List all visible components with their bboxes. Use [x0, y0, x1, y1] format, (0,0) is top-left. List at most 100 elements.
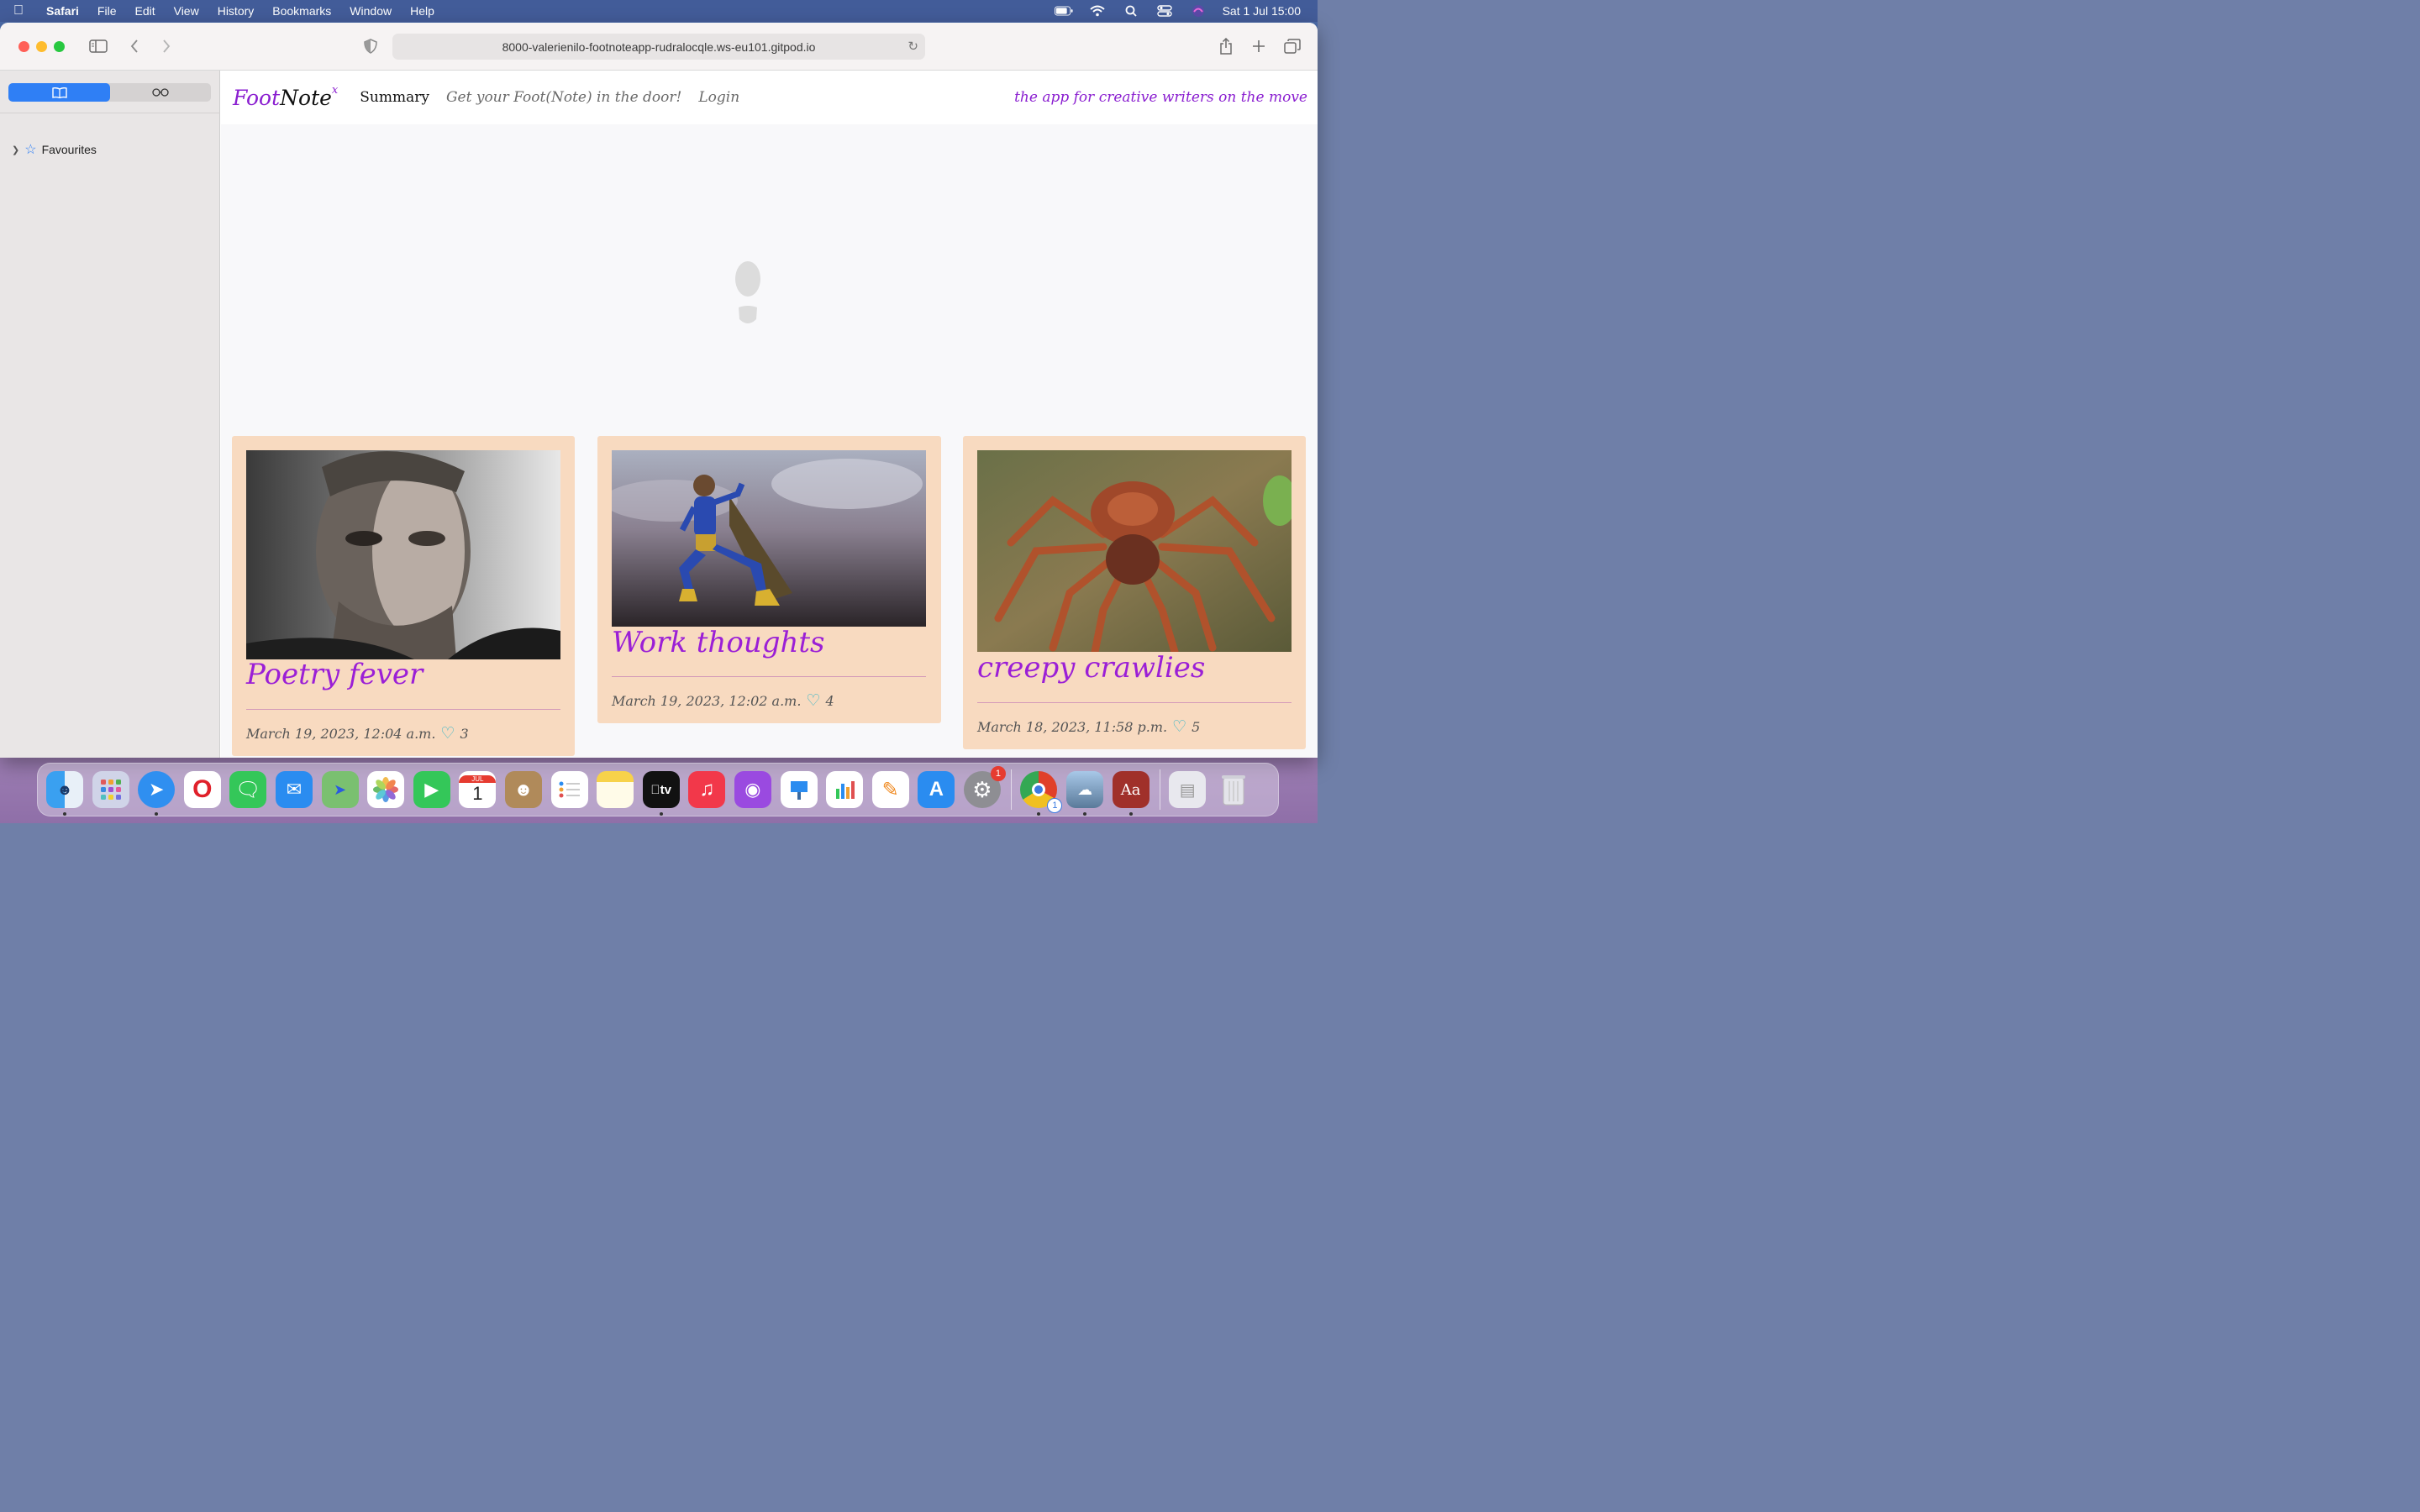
notification-badge: 1 [990, 766, 1006, 781]
app-store-icon[interactable]: A [918, 771, 955, 808]
clock[interactable]: Sat 1 Jul 15:00 [1223, 4, 1301, 18]
story-image-portrait[interactable] [246, 450, 560, 659]
numbers-icon[interactable] [826, 771, 864, 808]
story-card[interactable]: Work thoughts March 19, 2023, 12:02 a.m.… [597, 436, 941, 723]
heart-icon[interactable]: ♡ [440, 724, 455, 743]
story-card[interactable]: creepy crawlies March 18, 2023, 11:58 p.… [963, 436, 1306, 749]
downloads-stack-icon[interactable]: ▤ [1169, 771, 1207, 808]
card-divider [977, 702, 1292, 703]
menu-bookmarks[interactable]: Bookmarks [263, 4, 340, 18]
calendar-icon[interactable]: JUL 1 [459, 771, 497, 808]
music-icon[interactable]: ♫ [688, 771, 726, 808]
safari-app-icon[interactable]: ➤ [138, 771, 176, 816]
story-date: March 19, 2023, 12:04 a.m. [246, 725, 436, 742]
like-count: 4 [825, 692, 834, 709]
system-settings-icon[interactable]: ⚙ 1 [963, 766, 1006, 808]
battery-icon[interactable] [1054, 5, 1073, 17]
tab-overview-icon[interactable] [1283, 34, 1302, 58]
launchpad-icon[interactable] [92, 771, 129, 808]
story-title[interactable]: Work thoughts [612, 626, 824, 659]
menu-file[interactable]: File [88, 4, 126, 18]
back-icon[interactable] [128, 34, 141, 58]
reminders-icon[interactable] [550, 771, 588, 808]
new-tab-icon[interactable] [1250, 34, 1267, 58]
favourites-label: Favourites [41, 143, 97, 156]
pages-icon[interactable]: ✎ [871, 771, 909, 808]
dock-separator [1011, 769, 1013, 810]
facetime-icon[interactable]: ▶ [413, 771, 450, 808]
notes-icon[interactable] [597, 771, 634, 808]
siri-icon[interactable] [1189, 5, 1207, 17]
story-card[interactable]: Poetry fever March 19, 2023, 12:04 a.m. … [232, 436, 575, 756]
contacts-icon[interactable]: ☻ [504, 771, 542, 808]
podcasts-icon[interactable]: ◉ [734, 771, 771, 808]
story-title[interactable]: Poetry fever [246, 658, 423, 691]
control-center-icon[interactable] [1155, 5, 1174, 17]
heart-icon[interactable]: ♡ [806, 691, 820, 710]
story-title[interactable]: creepy crawlies [977, 651, 1205, 685]
calendar-day: 1 [472, 782, 483, 804]
star-icon: ☆ [24, 143, 37, 157]
messages-icon[interactable]: 🗨 [229, 771, 267, 808]
sidebar-toggle-icon[interactable] [88, 34, 108, 58]
forward-icon[interactable] [160, 34, 173, 58]
finder-icon[interactable]: ☻ [46, 771, 83, 816]
menu-history[interactable]: History [208, 4, 264, 18]
sidebar-segmented-control [8, 83, 211, 102]
spotlight-search-icon[interactable] [1122, 5, 1140, 17]
apple-menu-icon[interactable]:  [0, 3, 37, 18]
chrome-profile-badge: 1 [1047, 798, 1063, 813]
site-tagline: the app for creative writers on the move [1014, 89, 1307, 106]
nav-summary-link[interactable]: Summary [360, 89, 429, 106]
menu-safari[interactable]: Safari [37, 4, 88, 18]
story-image-tarantula[interactable] [977, 450, 1292, 652]
mail-icon[interactable]: ✉ [275, 771, 313, 808]
footprint-icon [735, 261, 760, 323]
menu-bar:  Safari File Edit View History Bookmark… [0, 0, 1318, 22]
minimize-window-button[interactable] [36, 41, 47, 52]
maps-icon[interactable]: ➤ [321, 771, 359, 808]
story-date: March 19, 2023, 12:02 a.m. [612, 692, 802, 709]
story-date: March 18, 2023, 11:58 p.m. [977, 718, 1168, 735]
share-icon[interactable] [1218, 34, 1234, 58]
close-window-button[interactable] [18, 41, 29, 52]
chrome-icon[interactable]: 1 [1020, 771, 1063, 816]
reading-list-tab[interactable] [110, 83, 211, 102]
photos-icon[interactable] [367, 771, 405, 808]
glasses-icon [152, 88, 169, 97]
privacy-shield-icon[interactable] [363, 34, 378, 58]
story-image-superhero[interactable] [612, 450, 926, 627]
url-text: 8000-valerienilo-footnoteapp-rudralocqle… [502, 39, 816, 54]
calendar-month: JUL [459, 774, 497, 783]
trash-icon[interactable] [1215, 771, 1252, 808]
menu-help[interactable]: Help [401, 4, 444, 18]
menu-view[interactable]: View [165, 4, 208, 18]
heart-icon[interactable]: ♡ [1172, 717, 1186, 736]
bookmarks-tab[interactable] [8, 83, 110, 102]
story-meta: March 19, 2023, 12:02 a.m. ♡ 4 [612, 691, 834, 710]
chevron-right-icon[interactable]: ❯ [12, 144, 19, 155]
dock: ☻ ➤ O 🗨 ✉ ➤ ▶ JUL 1 ☻ tv ♫ ◉ ✎ A ⚙ 1 1 … [37, 763, 1279, 816]
menu-edit[interactable]: Edit [125, 4, 164, 18]
like-count: 5 [1192, 718, 1201, 735]
wifi-icon[interactable] [1088, 5, 1107, 17]
preview-icon[interactable]: ☁ [1066, 771, 1104, 816]
nav-login-link[interactable]: Login [698, 89, 739, 106]
book-icon [51, 87, 67, 98]
site-logo[interactable]: FootNotex [233, 84, 338, 109]
address-bar[interactable]: 8000-valerienilo-footnoteapp-rudralocqle… [392, 34, 925, 60]
web-page: FootNotex Summary Get your Foot(Note) in… [221, 71, 1318, 758]
safari-window: 8000-valerienilo-footnoteapp-rudralocqle… [0, 23, 1318, 758]
apple-tv-icon[interactable]: tv [642, 771, 680, 816]
card-divider [246, 709, 560, 710]
reload-icon[interactable]: ↻ [908, 39, 918, 54]
dictionary-icon[interactable]: Aa [1112, 771, 1150, 816]
menu-window[interactable]: Window [340, 4, 401, 18]
opera-icon[interactable]: O [183, 771, 221, 808]
browser-toolbar: 8000-valerienilo-footnoteapp-rudralocqle… [0, 23, 1318, 71]
story-meta: March 18, 2023, 11:58 p.m. ♡ 5 [977, 717, 1200, 736]
nav-get-started-link[interactable]: Get your Foot(Note) in the door! [446, 89, 681, 106]
zoom-window-button[interactable] [54, 41, 65, 52]
keynote-icon[interactable] [780, 771, 818, 808]
sidebar-item-favourites[interactable]: ❯ ☆ Favourites [12, 141, 97, 158]
